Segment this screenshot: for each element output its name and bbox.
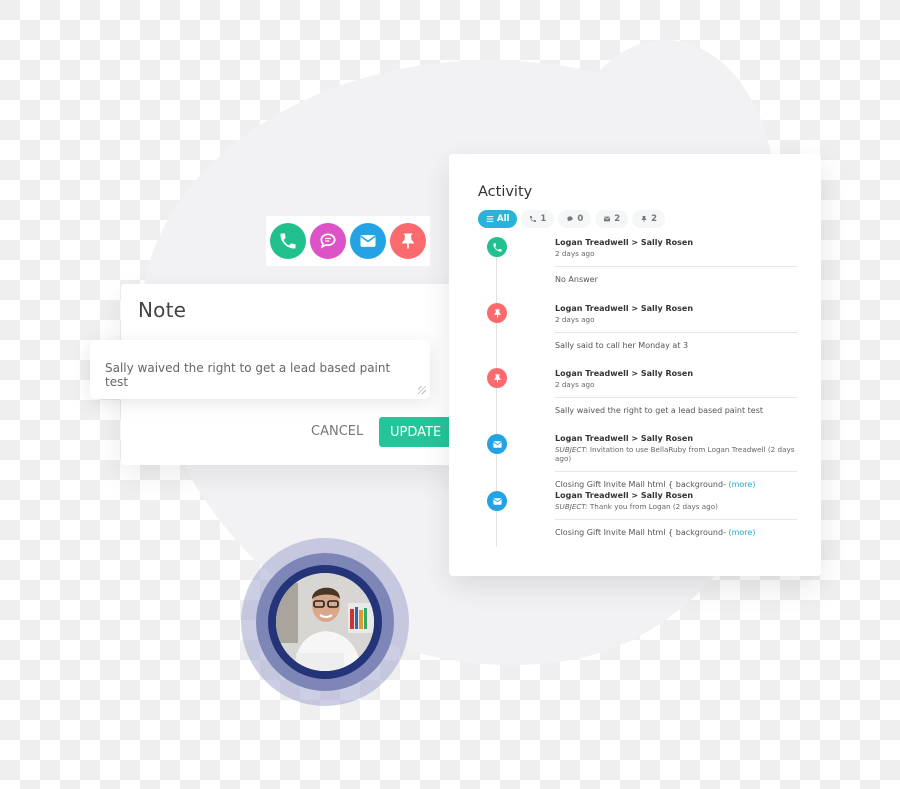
chat-icon <box>567 216 573 222</box>
timeline-entry: Logan Treadwell > Sally Rosen SUBJECT: T… <box>555 491 797 537</box>
activity-filters: All 1 0 2 2 <box>478 210 666 228</box>
timeline-call-icon <box>487 237 507 257</box>
filter-label: All <box>497 214 510 224</box>
timeline-note-icon <box>487 368 507 388</box>
list-icon <box>486 216 494 222</box>
filter-count: 2 <box>651 214 658 224</box>
entry-preview: Closing Gift Invite Mail html { backgrou… <box>555 480 726 489</box>
cancel-button[interactable]: CANCEL <box>305 420 369 444</box>
resize-handle[interactable] <box>418 386 426 394</box>
entry-header: Logan Treadwell > Sally Rosen <box>555 434 694 443</box>
entry-subject: SUBJECT: Invitation to use BellaRuby fro… <box>555 445 797 463</box>
filter-count: 1 <box>540 214 547 224</box>
filter-emails[interactable]: 2 <box>595 210 629 228</box>
entry-preview: Closing Gift Invite Mail html { backgrou… <box>555 528 726 537</box>
entry-body: Sally said to call her Monday at 3 <box>555 341 689 350</box>
entry-body: Closing Gift Invite Mail html { backgrou… <box>555 480 797 489</box>
entry-subject: SUBJECT: Thank you from Logan (2 days ag… <box>555 502 797 511</box>
more-link[interactable]: (more) <box>729 480 756 489</box>
timeline-entry: Logan Treadwell > Sally Rosen 2 days ago… <box>555 238 797 284</box>
message-button[interactable] <box>310 223 346 259</box>
timeline-entry: Logan Treadwell > Sally Rosen 2 days ago… <box>555 304 797 350</box>
timeline-email-icon <box>487 434 507 454</box>
entry-header: Logan Treadwell > Sally Rosen <box>555 238 694 247</box>
call-button[interactable] <box>270 223 306 259</box>
entry-header: Logan Treadwell > Sally Rosen <box>555 304 694 313</box>
mail-icon <box>492 497 502 505</box>
subject-label: SUBJECT: <box>555 502 588 511</box>
more-link[interactable]: (more) <box>729 528 756 537</box>
divider <box>555 332 797 333</box>
entry-header: Logan Treadwell > Sally Rosen <box>555 491 694 500</box>
mail-icon <box>492 440 502 448</box>
entry-time: 2 days ago <box>555 249 595 258</box>
note-textarea[interactable]: Sally waived the right to get a lead bas… <box>90 340 430 399</box>
pin-icon <box>493 308 501 318</box>
subject-text: Invitation to use BellaRuby from Logan T… <box>555 445 795 463</box>
filter-count: 2 <box>614 214 621 224</box>
person-photo <box>276 573 374 671</box>
quick-actions-bar <box>266 216 430 266</box>
entry-time: 2 days ago <box>555 315 595 324</box>
subject-text: Thank you from Logan (2 days ago) <box>589 502 718 511</box>
divider <box>555 397 797 398</box>
filter-notes[interactable]: 2 <box>632 210 666 228</box>
timeline-note-icon <box>487 303 507 323</box>
divider <box>555 471 797 472</box>
pin-icon <box>402 233 414 249</box>
filter-messages[interactable]: 0 <box>558 210 592 228</box>
pin-icon <box>493 373 501 383</box>
phone-icon <box>530 216 537 222</box>
note-title: Note <box>138 298 187 322</box>
entry-body: Closing Gift Invite Mail html { backgrou… <box>555 528 797 537</box>
subject-label: SUBJECT: <box>555 445 588 454</box>
entry-time: 2 days ago <box>555 380 595 389</box>
timeline-entry: Logan Treadwell > Sally Rosen SUBJECT: I… <box>555 434 797 489</box>
filter-all[interactable]: All <box>478 210 518 228</box>
divider <box>555 519 797 520</box>
entry-body: No Answer <box>555 275 598 284</box>
phone-icon <box>492 242 502 252</box>
pin-icon <box>641 216 647 222</box>
activity-title: Activity <box>478 184 533 200</box>
timeline-email-icon <box>487 491 507 511</box>
divider <box>555 266 797 267</box>
activity-card: Activity All 1 0 2 2 Logan Treadwell > S… <box>449 154 821 576</box>
email-button[interactable] <box>350 223 386 259</box>
entry-header: Logan Treadwell > Sally Rosen <box>555 369 694 378</box>
entry-body: Sally waived the right to get a lead bas… <box>555 406 764 415</box>
mail-icon <box>360 235 376 247</box>
timeline-entry: Logan Treadwell > Sally Rosen 2 days ago… <box>555 369 797 415</box>
note-button[interactable] <box>390 223 426 259</box>
chat-icon <box>320 233 336 249</box>
filter-calls[interactable]: 1 <box>521 210 555 228</box>
avatar <box>276 573 374 671</box>
filter-count: 0 <box>577 214 584 224</box>
mail-icon <box>604 216 611 222</box>
phone-icon <box>280 233 296 249</box>
